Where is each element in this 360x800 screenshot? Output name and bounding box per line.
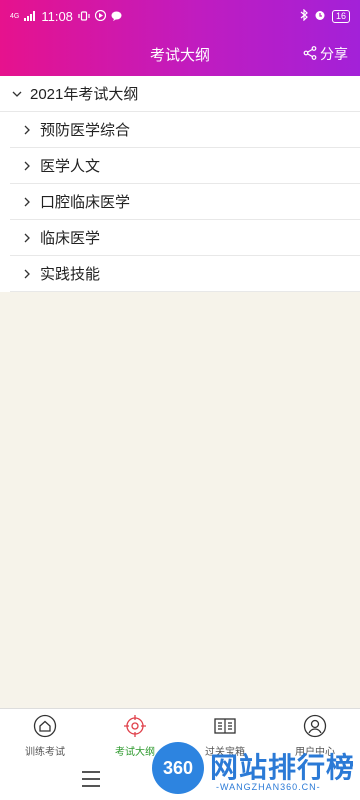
outline-item-label: 临床医学: [40, 230, 101, 247]
book-icon: [213, 714, 237, 743]
chevron-right-icon: [20, 231, 34, 245]
chevron-right-icon: [20, 123, 34, 137]
tab-label: 过关宝箱: [205, 747, 245, 758]
vibrate-icon: [78, 9, 90, 24]
outline-tree: 2021年考试大纲 预防医学综合 医学人文 口腔临床医学 临床医学 实践技能: [0, 76, 360, 292]
status-bar: 4G 11:08 16: [0, 0, 360, 32]
outline-root[interactable]: 2021年考试大纲: [0, 76, 360, 112]
outline-item-label: 口腔临床医学: [40, 194, 131, 211]
status-time: 11:08: [41, 8, 73, 24]
outline-item-label: 预防医学综合: [40, 122, 131, 139]
chevron-right-icon: [20, 159, 34, 173]
chevron-down-icon: [10, 87, 24, 101]
outline-item-label: 医学人文: [40, 158, 101, 175]
share-button[interactable]: 分享: [303, 32, 348, 76]
tab-label: 用户中心: [295, 747, 335, 758]
outline-item[interactable]: 临床医学: [10, 220, 360, 256]
page-title: 考试大纲: [149, 46, 210, 64]
outline-item[interactable]: 口腔临床医学: [10, 184, 360, 220]
system-nav-bar: [0, 758, 360, 800]
tab-training-exam[interactable]: 训练考试: [0, 709, 90, 758]
network-indicator: 4G: [10, 12, 20, 20]
outline-item[interactable]: 实践技能: [10, 256, 360, 292]
message-icon: [111, 9, 122, 24]
title-bar: 考试大纲 分享: [0, 32, 360, 76]
outline-item[interactable]: 医学人文: [10, 148, 360, 184]
outline-item-label: 实践技能: [40, 266, 101, 283]
play-icon: [94, 9, 107, 24]
share-icon: [303, 45, 317, 63]
chevron-right-icon: [20, 195, 34, 209]
alarm-icon: [314, 9, 326, 24]
user-icon: [303, 714, 327, 743]
signal-icon: [24, 9, 36, 24]
bluetooth-icon: [300, 8, 308, 24]
status-left: 4G 11:08: [10, 9, 122, 24]
outline-root-label: 2021年考试大纲: [30, 86, 139, 103]
home-icon: [33, 714, 57, 743]
bottom-tab-bar: 训练考试 考试大纲 过关宝箱 用户中心: [0, 708, 360, 758]
tab-pass-treasure[interactable]: 过关宝箱: [180, 709, 270, 758]
tab-exam-outline[interactable]: 考试大纲: [90, 709, 180, 758]
tab-user-center[interactable]: 用户中心: [270, 709, 360, 758]
tab-label: 训练考试: [25, 747, 65, 758]
tab-label: 考试大纲: [115, 747, 155, 758]
target-icon: [123, 714, 147, 743]
chevron-right-icon: [20, 267, 34, 281]
battery-indicator: 16: [331, 9, 350, 23]
share-label: 分享: [320, 46, 348, 62]
menu-icon[interactable]: [82, 771, 100, 787]
outline-item[interactable]: 预防医学综合: [10, 112, 360, 148]
status-right: 16: [300, 8, 350, 24]
